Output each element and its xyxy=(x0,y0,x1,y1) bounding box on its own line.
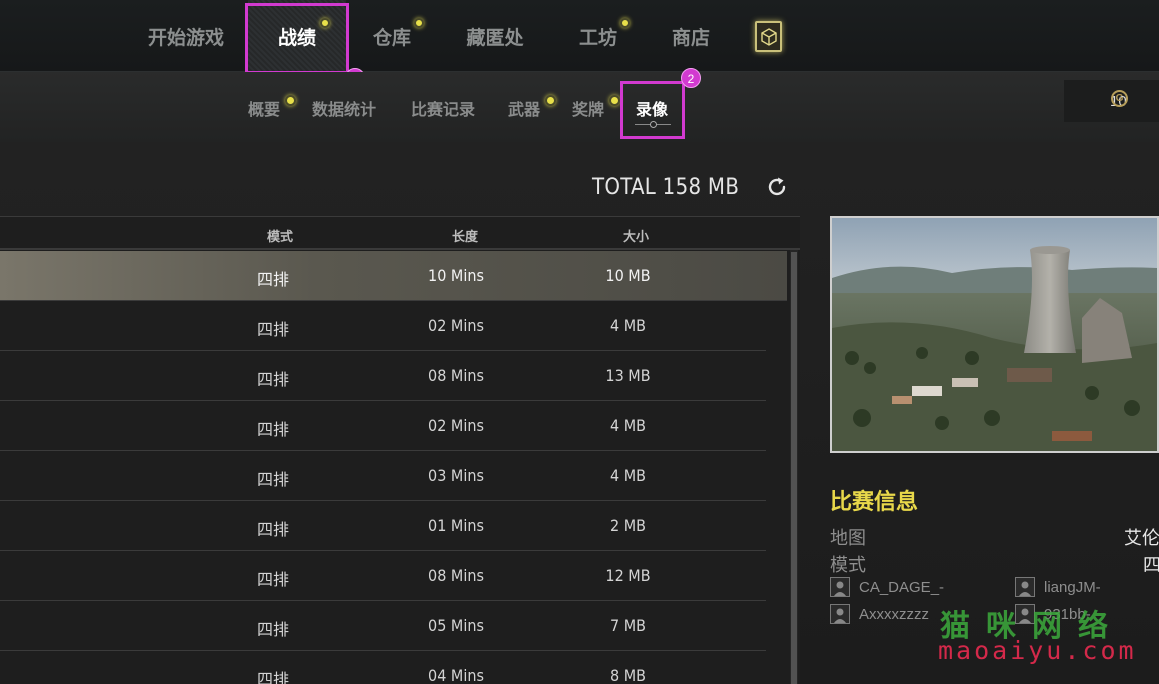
cell-mode: 四排 xyxy=(256,570,290,589)
cell-mode: 四排 xyxy=(256,420,290,439)
notification-dot-icon xyxy=(545,95,556,106)
player-name: liangJM- xyxy=(1044,578,1101,596)
player-name: Axxxxzzzz xyxy=(859,605,930,623)
avatar-icon xyxy=(830,604,850,624)
sub-nav-match-history[interactable]: 比赛记录 xyxy=(411,96,475,120)
cell-length: 05 Mins xyxy=(428,616,484,635)
cell-length: 02 Mins xyxy=(428,316,484,335)
g-coin-icon: G xyxy=(1111,90,1128,107)
cell-size: 4 MB xyxy=(609,466,647,485)
cell-size: 2 MB xyxy=(609,516,647,535)
column-header-size[interactable]: 大小 xyxy=(623,226,649,245)
player-entry[interactable]: liangJM- xyxy=(1015,577,1101,597)
table-row[interactable]: 四排 05 Mins 7 MB xyxy=(0,601,766,651)
table-row[interactable]: 四排 02 Mins 4 MB xyxy=(0,401,766,451)
top-nav-start-game[interactable]: 开始游戏 xyxy=(136,0,236,72)
top-nav-workshop[interactable]: 工坊 xyxy=(568,0,628,72)
table-row[interactable]: 四排 10 Mins 10 MB xyxy=(0,251,787,301)
cell-length: 08 Mins xyxy=(428,366,484,385)
player-name: CA_DAGE_- xyxy=(859,578,945,596)
cell-size: 7 MB xyxy=(609,616,647,635)
highlight-badge-2: 2 xyxy=(681,68,701,88)
cell-length: 10 Mins xyxy=(428,266,484,285)
column-header-length[interactable]: 长度 xyxy=(452,226,478,245)
replay-preview-image xyxy=(830,216,1159,453)
cell-length: 04 Mins xyxy=(428,666,484,684)
cell-length: 01 Mins xyxy=(428,516,484,535)
table-row[interactable]: 四排 04 Mins 8 MB xyxy=(0,651,766,684)
cell-size: 4 MB xyxy=(609,316,647,335)
sub-nav-stats[interactable]: 数据统计 xyxy=(312,96,376,120)
mode-label: 模式 xyxy=(830,555,866,576)
cell-mode: 四排 xyxy=(256,520,290,539)
cell-mode: 四排 xyxy=(256,270,290,289)
table-row[interactable]: 四排 03 Mins 4 MB xyxy=(0,451,766,501)
cell-length: 02 Mins xyxy=(428,416,484,435)
column-header-mode[interactable]: 模式 xyxy=(267,226,293,245)
avatar-icon xyxy=(1015,577,1035,597)
table-row[interactable]: 四排 08 Mins 13 MB xyxy=(0,351,766,401)
cell-size: 13 MB xyxy=(605,366,651,385)
top-nav-stash[interactable]: 藏匿处 xyxy=(456,0,534,72)
top-nav-store[interactable]: 商店 xyxy=(661,0,721,72)
table-header: 模式 长度 大小 xyxy=(0,217,800,250)
cell-length: 03 Mins xyxy=(428,466,484,485)
cell-length: 08 Mins xyxy=(428,566,484,585)
cell-size: 12 MB xyxy=(605,566,651,585)
scrollbar-thumb[interactable] xyxy=(791,252,797,684)
match-info-title: 比赛信息 xyxy=(830,490,919,515)
cell-size: 8 MB xyxy=(609,666,647,684)
sub-nav-medals[interactable]: 奖牌 xyxy=(572,96,604,120)
refresh-icon[interactable] xyxy=(765,175,789,199)
highlight-box-2 xyxy=(620,81,685,139)
player-entry[interactable]: Axxxxzzzz xyxy=(830,604,929,624)
notification-dot-icon xyxy=(609,95,620,106)
cell-mode: 四排 xyxy=(256,470,290,489)
cell-mode: 四排 xyxy=(256,320,290,339)
notification-dot-icon xyxy=(414,18,424,28)
notification-dot-icon xyxy=(285,95,296,106)
sub-nav-weapons[interactable]: 武器 xyxy=(508,96,540,120)
player-entry[interactable]: CA_DAGE_- xyxy=(830,577,944,597)
map-label: 地图 xyxy=(830,528,866,549)
cell-mode: 四排 xyxy=(256,670,290,684)
crate-cube-icon[interactable] xyxy=(755,21,782,52)
table-row[interactable]: 四排 02 Mins 4 MB xyxy=(0,301,766,351)
table-row[interactable]: 四排 08 Mins 12 MB xyxy=(0,551,766,601)
cell-mode: 四排 xyxy=(256,370,290,389)
table-row[interactable]: 四排 01 Mins 2 MB xyxy=(0,501,766,551)
cell-size: 4 MB xyxy=(609,416,647,435)
cell-mode: 四排 xyxy=(256,620,290,639)
highlight-box-1 xyxy=(245,3,349,74)
mode-value: 四 xyxy=(1143,555,1159,576)
avatar-icon xyxy=(830,577,850,597)
watermark-text-en: maoaiyu.com xyxy=(938,636,1137,665)
notification-dot-icon xyxy=(620,18,630,28)
top-nav-inventory[interactable]: 仓库 xyxy=(362,0,422,72)
replay-table: 模式 长度 大小 四排 10 Mins 10 MB 四排 02 Mins 4 M… xyxy=(0,216,800,684)
cell-size: 10 MB xyxy=(605,266,651,285)
map-value: 艾伦 xyxy=(1124,528,1159,549)
sub-nav-overview[interactable]: 概要 xyxy=(248,96,280,120)
total-size-label: TOTAL 158 MB xyxy=(592,175,740,200)
